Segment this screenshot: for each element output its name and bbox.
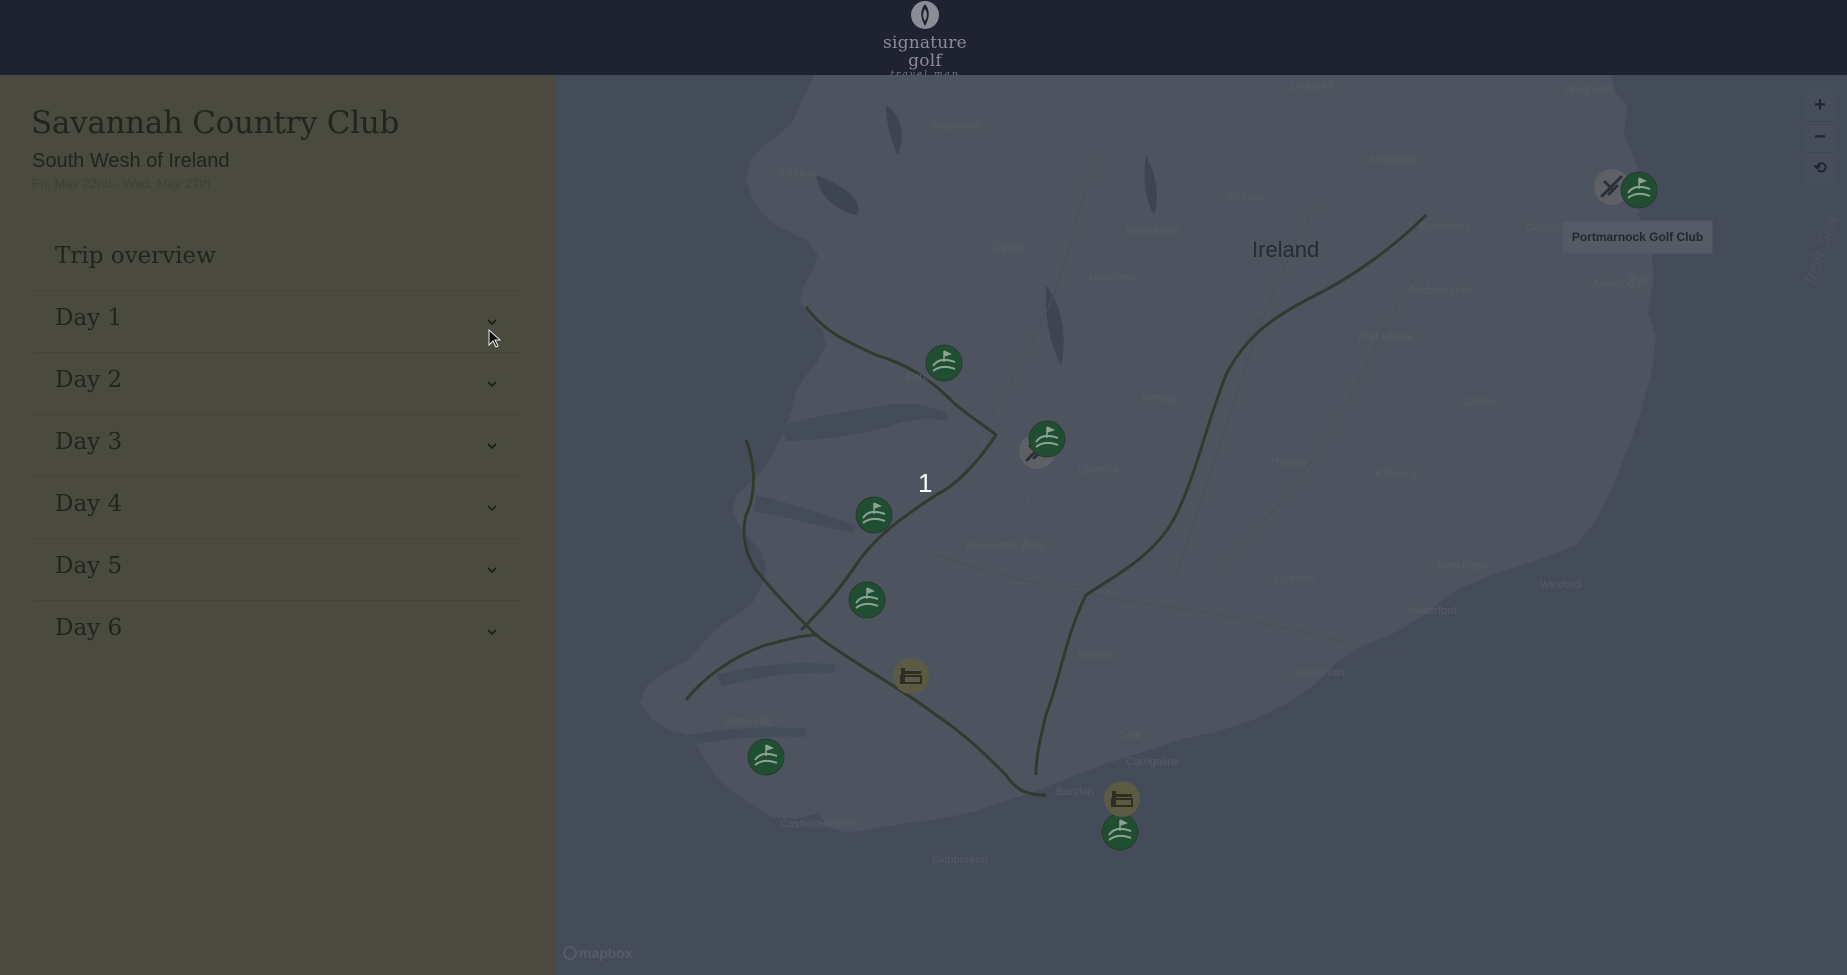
chevron-down-icon[interactable]	[487, 627, 497, 637]
golf-course-marker-icon[interactable]	[747, 738, 785, 776]
golf-course-marker-icon[interactable]	[848, 581, 886, 619]
location-tooltip: Portmarnock Golf Club	[1562, 220, 1713, 254]
place-label: Edenderry	[1420, 221, 1471, 233]
day-1-label: Day 1	[55, 305, 123, 331]
top-bar: signature golf travel map	[0, 0, 1847, 80]
day-1-item[interactable]: Day 1	[33, 291, 520, 353]
place-label: Nenagh	[1142, 392, 1181, 404]
place-label: Ballinrobe	[932, 120, 981, 132]
chevron-down-icon[interactable]	[487, 441, 497, 451]
place-label: Wexford	[1540, 579, 1581, 591]
hotel-marker-icon[interactable]	[1103, 780, 1141, 818]
map-controls: + − ⟲	[1805, 90, 1835, 185]
signature-golf-logo[interactable]: signature golf travel map	[870, 0, 980, 80]
golf-course-marker-icon[interactable]	[1101, 813, 1139, 851]
itinerary-sidebar: Savannah Country Club South Wesh of Irel…	[0, 75, 556, 975]
place-label: Drogheda	[1564, 84, 1613, 96]
place-label: Mullingar	[1371, 154, 1416, 166]
place-label: Port Laoise	[1358, 331, 1414, 343]
trip-overview-item[interactable]: Trip overview	[33, 229, 520, 291]
place-label: Carlow	[1463, 396, 1498, 408]
golf-course-marker-icon[interactable]	[1028, 420, 1066, 458]
mapbox-attribution[interactable]: mapbox	[563, 945, 633, 961]
place-label: Loughrea	[1089, 271, 1136, 283]
place-label: Waterville	[725, 716, 773, 728]
place-label: Skibbereen	[932, 854, 988, 866]
zoom-out-button[interactable]: −	[1805, 121, 1835, 152]
golf-course-marker-icon[interactable]	[855, 496, 893, 534]
trip-dates: Fri, May 22nd - Wed, May 27th	[32, 176, 211, 191]
golf-course-marker-icon[interactable]	[925, 344, 963, 382]
place-label: Carrigaline	[1126, 756, 1180, 768]
place-label: Thurles	[1269, 457, 1306, 469]
map-base[interactable]: Irish Sea	[556, 75, 1847, 975]
mouse-pointer-icon	[488, 329, 502, 348]
place-label: Portarlington	[1408, 285, 1471, 297]
day-2-label: Day 2	[55, 367, 123, 393]
day-3-item[interactable]: Day 3	[33, 415, 520, 477]
place-label: Dungarvan	[1291, 667, 1345, 679]
place-label: Clonmel	[1275, 573, 1316, 585]
attribution-text: mapbox	[579, 945, 633, 961]
trip-overview-label: Trip overview	[55, 243, 216, 269]
place-label: Waterford	[1409, 605, 1457, 617]
route-day-number: 1	[918, 468, 933, 498]
day-4-item[interactable]: Day 4	[33, 477, 520, 539]
chevron-down-icon[interactable]	[487, 503, 497, 513]
day-5-label: Day 5	[55, 553, 123, 579]
place-label: Limerick	[1078, 464, 1119, 476]
chevron-down-icon[interactable]	[487, 317, 497, 327]
trip-title: Savannah Country Club	[31, 105, 400, 141]
day-2-item[interactable]: Day 2	[33, 353, 520, 415]
mapbox-logo-icon	[563, 946, 577, 960]
trip-region: South Wesh of Ireland	[32, 150, 230, 172]
trip-map[interactable]: Irish Sea Longford Drogheda Ballinrobe C…	[556, 75, 1847, 975]
place-label: Mallow	[1077, 649, 1112, 661]
logo-wordmark: signature golf	[883, 33, 967, 71]
zoom-in-button[interactable]: +	[1805, 90, 1835, 121]
day-6-label: Day 6	[55, 615, 123, 641]
place-label: Bandon	[1056, 786, 1094, 798]
chevron-down-icon[interactable]	[487, 379, 497, 389]
itinerary-menu: Trip overview Day 1 Day 2 Day 3 Day 4 Da…	[33, 229, 520, 663]
logo-emblem-icon	[911, 1, 939, 29]
day-3-label: Day 3	[55, 429, 123, 455]
country-label: Ireland	[1252, 237, 1320, 262]
hotel-marker-icon[interactable]	[892, 657, 930, 695]
place-label: Bray	[1628, 272, 1651, 284]
day-5-item[interactable]: Day 5	[33, 539, 520, 601]
place-label: Clifden	[780, 168, 815, 180]
day-4-label: Day 4	[55, 491, 123, 517]
svg-text:Irish Sea: Irish Sea	[1799, 213, 1842, 287]
reset-view-button[interactable]: ⟲	[1805, 152, 1835, 183]
golf-course-marker-icon[interactable]	[1620, 171, 1658, 209]
place-label: Cork	[1118, 730, 1142, 742]
place-label: New Ross	[1437, 560, 1488, 572]
day-6-item[interactable]: Day 6	[33, 601, 520, 663]
place-label: Kilkenny	[1376, 468, 1418, 480]
place-label: Ballinasloe	[1126, 225, 1180, 237]
place-label: Galway	[990, 242, 1027, 254]
place-label: Longford	[1290, 80, 1334, 92]
chevron-down-icon[interactable]	[487, 565, 497, 575]
place-label: Castletownbere	[780, 818, 857, 830]
place-label: Athlone	[1228, 191, 1266, 203]
place-label: Newcastle West	[966, 540, 1045, 552]
